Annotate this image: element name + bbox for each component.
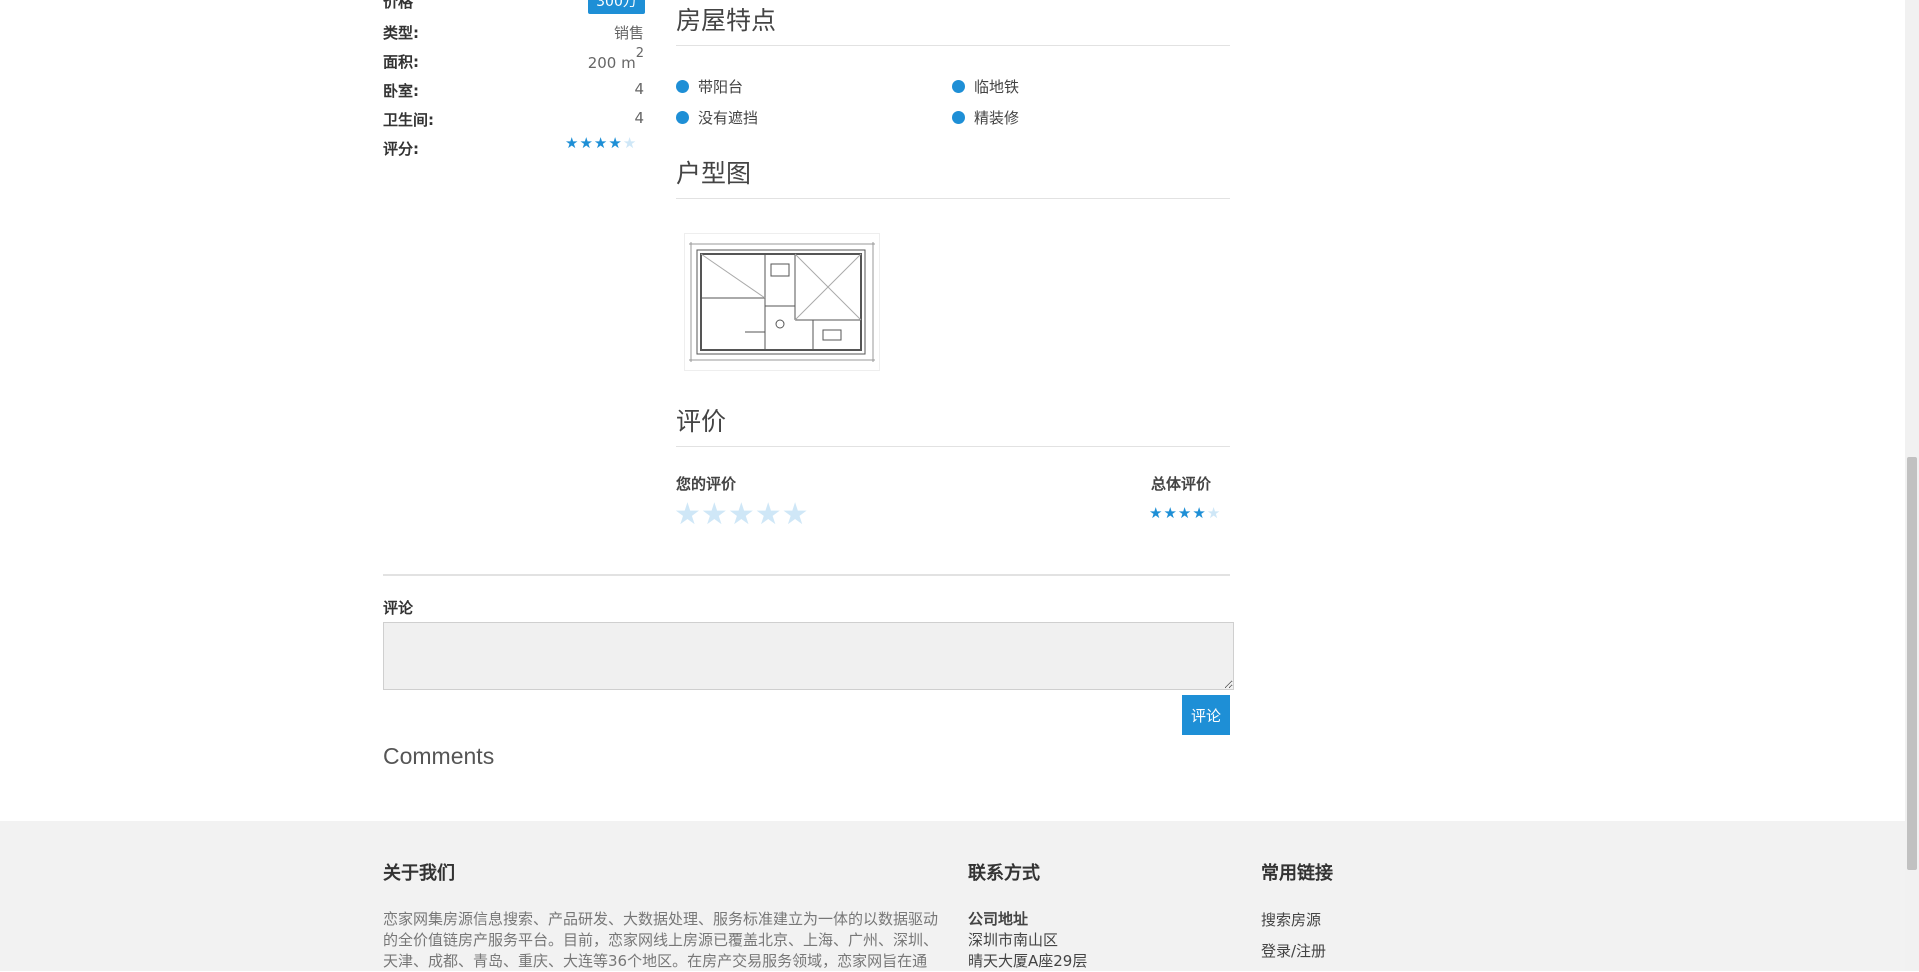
- rating-label: 评分:: [383, 140, 419, 158]
- reviews-divider: [676, 446, 1230, 447]
- footer-address-label: 公司地址: [968, 910, 1029, 928]
- comment-divider: [383, 574, 1230, 576]
- footer-contact-title: 联系方式: [968, 863, 1040, 884]
- star-icon: ★: [579, 134, 594, 152]
- footer-address-line2: 晴天大厦A座29层: [968, 952, 1088, 970]
- star-icon: ★: [565, 134, 580, 152]
- star-icon: ★: [608, 134, 623, 152]
- footer: 关于我们 恋家网集房源信息搜索、产品研发、大数据处理、服务标准建立为一体的以数据…: [0, 821, 1905, 971]
- area-label: 面积:: [383, 53, 419, 71]
- bathroom-value: 4: [634, 109, 644, 127]
- price-badge: 300万: [588, 0, 645, 14]
- star-icon: ★: [1177, 504, 1193, 522]
- overall-rating-stars: ★★★★★: [1149, 504, 1221, 522]
- your-rating-label: 您的评价: [676, 475, 737, 493]
- feature-text: 带阳台: [698, 78, 744, 96]
- star-icon: ★: [1206, 504, 1222, 522]
- star-icon[interactable]: ★: [674, 497, 701, 532]
- bedroom-value: 4: [634, 80, 644, 98]
- features-divider: [676, 45, 1230, 46]
- your-rating-stars[interactable]: ★★★★★: [674, 497, 809, 532]
- feature-item: 没有遮挡: [676, 107, 758, 128]
- bedroom-label: 卧室:: [383, 82, 419, 100]
- comment-textarea[interactable]: [383, 622, 1234, 690]
- star-icon: ★: [1149, 504, 1164, 522]
- feature-text: 精装修: [974, 109, 1020, 127]
- summary-rating-stars: ★★★★★: [565, 134, 637, 152]
- submit-comment-button[interactable]: 评论: [1182, 695, 1230, 735]
- feature-item: 带阳台: [676, 76, 743, 97]
- feature-item: 临地铁: [952, 76, 1019, 97]
- area-number: 200 m: [587, 54, 636, 72]
- star-icon: ★: [593, 134, 609, 152]
- star-icon: ★: [1192, 504, 1207, 522]
- bullet-icon: [952, 80, 965, 93]
- star-icon[interactable]: ★: [755, 497, 782, 532]
- star-icon[interactable]: ★: [728, 497, 755, 532]
- footer-about-text: 恋家网集房源信息搜索、产品研发、大数据处理、服务标准建立为一体的以数据驱动的全价…: [383, 910, 939, 970]
- star-icon[interactable]: ★: [701, 497, 728, 532]
- price-label: 价格: [383, 0, 414, 11]
- area-value: 200 m2: [588, 46, 644, 72]
- bullet-icon: [952, 111, 965, 124]
- floorplan-drawing: [689, 242, 875, 362]
- floorplan-image[interactable]: [684, 233, 880, 371]
- comments-heading: Comments: [383, 743, 495, 769]
- footer-link-login[interactable]: 登录/注册: [1261, 940, 1326, 961]
- reviews-title: 评价: [676, 407, 727, 436]
- floorplan-title: 户型图: [676, 159, 752, 188]
- features-title: 房屋特点: [676, 6, 777, 35]
- bullet-icon: [676, 111, 689, 124]
- scrollbar-thumb[interactable]: [1907, 457, 1917, 870]
- feature-text: 临地铁: [974, 78, 1020, 96]
- type-label: 类型:: [383, 24, 419, 42]
- area-unit-sup: 2: [635, 46, 644, 61]
- star-icon: ★: [622, 134, 638, 152]
- footer-links-title: 常用链接: [1261, 863, 1333, 884]
- footer-address-line1: 深圳市南山区: [968, 931, 1059, 949]
- footer-about-title: 关于我们: [383, 863, 455, 884]
- feature-item: 精装修: [952, 107, 1019, 128]
- type-value: 销售: [613, 24, 644, 42]
- overall-rating-label: 总体评价: [1151, 475, 1212, 493]
- bullet-icon: [676, 80, 689, 93]
- feature-text: 没有遮挡: [698, 109, 759, 127]
- bathroom-label: 卫生间:: [383, 111, 434, 129]
- star-icon[interactable]: ★: [782, 497, 809, 532]
- comment-label: 评论: [383, 599, 414, 617]
- floorplan-divider: [676, 198, 1230, 199]
- star-icon: ★: [1163, 504, 1178, 522]
- footer-link-search[interactable]: 搜索房源: [1261, 909, 1321, 930]
